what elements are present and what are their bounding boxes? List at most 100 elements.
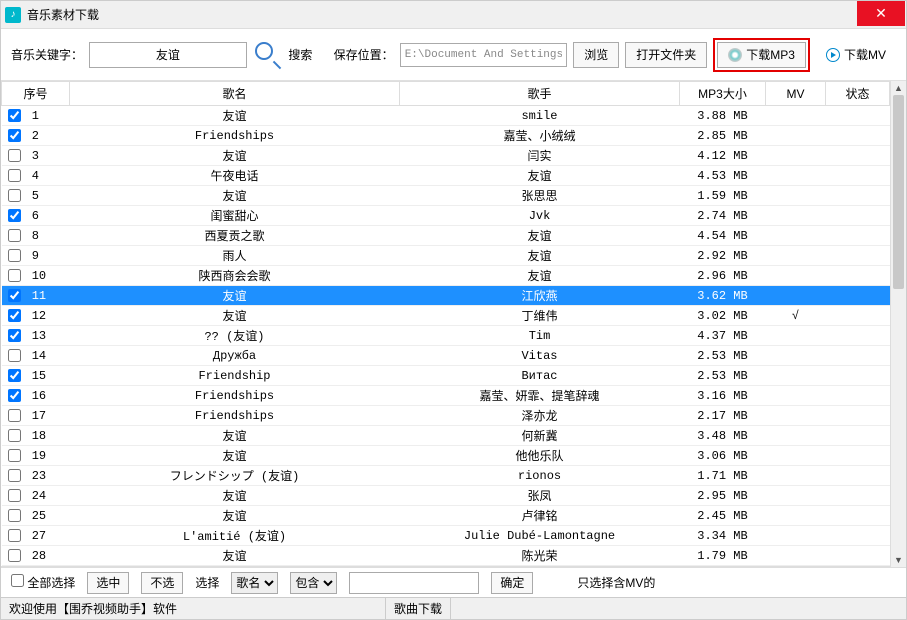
row-checkbox[interactable] <box>8 349 21 362</box>
cell-artist: Tim <box>400 326 680 346</box>
cell-song: 友谊 <box>70 426 400 446</box>
row-checkbox[interactable] <box>8 469 21 482</box>
scroll-down-arrow[interactable]: ▼ <box>891 553 906 567</box>
keyword-input[interactable] <box>89 42 247 68</box>
col-header-size[interactable]: MP3大小 <box>680 82 766 106</box>
cell-mv <box>766 326 826 346</box>
row-checkbox[interactable] <box>8 409 21 422</box>
row-checkbox[interactable] <box>8 329 21 342</box>
col-header-artist[interactable]: 歌手 <box>400 82 680 106</box>
row-checkbox[interactable] <box>8 189 21 202</box>
deselect-button[interactable]: 不选 <box>141 572 183 594</box>
row-checkbox[interactable] <box>8 129 21 142</box>
filter-field-select[interactable]: 歌名 <box>231 572 278 594</box>
row-checkbox[interactable] <box>8 249 21 262</box>
close-button[interactable]: ✕ <box>857 1 905 26</box>
row-checkbox[interactable] <box>8 389 21 402</box>
row-checkbox[interactable] <box>8 169 21 182</box>
table-row[interactable]: 23フレンドシップ (友谊)rionos1.71 MB <box>2 466 890 486</box>
col-header-song[interactable]: 歌名 <box>70 82 400 106</box>
col-header-index[interactable]: 序号 <box>2 82 70 106</box>
download-mp3-button[interactable]: 下载MP3 <box>717 42 806 68</box>
select-button[interactable]: 选中 <box>87 572 129 594</box>
row-checkbox[interactable] <box>8 309 21 322</box>
cell-song: 友谊 <box>70 106 400 126</box>
select-all-control[interactable]: 全部选择 <box>11 574 75 591</box>
row-checkbox[interactable] <box>8 229 21 242</box>
cell-state <box>826 166 890 186</box>
table-row[interactable]: 27L'amitié (友谊)Julie Dubé-Lamontagne3.34… <box>2 526 890 546</box>
table-row[interactable]: 16Friendships嘉莹、妍霏、提笔辞魂3.16 MB <box>2 386 890 406</box>
cell-state <box>826 406 890 426</box>
table-row[interactable]: 11友谊江欣燕3.62 MB <box>2 286 890 306</box>
table-row[interactable]: 10陕西商会会歌友谊2.96 MB <box>2 266 890 286</box>
cell-state <box>826 346 890 366</box>
table-row[interactable]: 1友谊smile3.88 MB <box>2 106 890 126</box>
cell-artist: 丁维伟 <box>400 306 680 326</box>
row-checkbox[interactable] <box>8 429 21 442</box>
download-mv-label: 下载MV <box>844 46 886 63</box>
row-checkbox[interactable] <box>8 369 21 382</box>
cell-size: 2.74 MB <box>680 206 766 226</box>
table-row[interactable]: 9雨人友谊2.92 MB <box>2 246 890 266</box>
filter-text-input[interactable] <box>349 572 479 594</box>
table-row[interactable]: 17Friendships泽亦龙2.17 MB <box>2 406 890 426</box>
cell-song: Friendships <box>70 386 400 406</box>
col-header-state[interactable]: 状态 <box>826 82 890 106</box>
row-checkbox[interactable] <box>8 109 21 122</box>
cell-song: Friendship <box>70 366 400 386</box>
horizontal-scrollbar[interactable]: ◄► <box>1 566 890 567</box>
select-all-checkbox[interactable] <box>11 574 24 587</box>
row-checkbox[interactable] <box>8 149 21 162</box>
open-folder-button[interactable]: 打开文件夹 <box>625 42 707 68</box>
row-checkbox[interactable] <box>8 549 21 562</box>
confirm-button[interactable]: 确定 <box>491 572 533 594</box>
table-row[interactable]: 18友谊何新冀3.48 MB <box>2 426 890 446</box>
scroll-up-arrow[interactable]: ▲ <box>891 81 906 95</box>
cell-artist: Julie Dubé-Lamontagne <box>400 526 680 546</box>
cell-size: 2.45 MB <box>680 506 766 526</box>
table-row[interactable]: 19友谊他他乐队3.06 MB <box>2 446 890 466</box>
table-row[interactable]: 14ДружбаVitas2.53 MB <box>2 346 890 366</box>
cell-state <box>826 426 890 446</box>
cell-state <box>826 326 890 346</box>
results-table: 序号 歌名 歌手 MP3大小 MV 状态 1友谊smile3.88 MB 2Fr… <box>1 81 890 566</box>
row-checkbox[interactable] <box>8 449 21 462</box>
cell-artist: 嘉莹、妍霏、提笔辞魂 <box>400 386 680 406</box>
table-row[interactable]: 5友谊张思思1.59 MB <box>2 186 890 206</box>
table-row[interactable]: 2Friendships嘉莹、小绒绒2.85 MB <box>2 126 890 146</box>
cell-mv <box>766 266 826 286</box>
search-icon-button[interactable] <box>253 39 283 71</box>
col-header-mv[interactable]: MV <box>766 82 826 106</box>
row-checkbox[interactable] <box>8 289 21 302</box>
row-checkbox[interactable] <box>8 489 21 502</box>
table-row[interactable]: 4午夜电话友谊4.53 MB <box>2 166 890 186</box>
table-row[interactable]: 12友谊丁维伟3.02 MB√ <box>2 306 890 326</box>
vertical-scrollbar[interactable]: ▲ ▼ <box>890 81 906 567</box>
row-checkbox[interactable] <box>8 509 21 522</box>
table-row[interactable]: 8西夏贡之歌友谊4.54 MB <box>2 226 890 246</box>
table-row[interactable]: 6闺蜜甜心Jvk2.74 MB <box>2 206 890 226</box>
row-checkbox[interactable] <box>8 529 21 542</box>
cell-mv <box>766 466 826 486</box>
cell-size: 2.17 MB <box>680 406 766 426</box>
table-row[interactable]: 24友谊张凤2.95 MB <box>2 486 890 506</box>
cell-state <box>826 286 890 306</box>
download-mv-button[interactable]: 下载MV <box>816 42 896 68</box>
table-row[interactable]: 3友谊闫实4.12 MB <box>2 146 890 166</box>
cell-mv <box>766 506 826 526</box>
cell-size: 2.85 MB <box>680 126 766 146</box>
cell-size: 3.62 MB <box>680 286 766 306</box>
row-checkbox[interactable] <box>8 269 21 282</box>
save-path-input[interactable] <box>400 43 568 67</box>
table-row[interactable]: 25友谊卢律铭2.45 MB <box>2 506 890 526</box>
table-row[interactable]: 13?? (友谊)Tim4.37 MB <box>2 326 890 346</box>
scroll-thumb[interactable] <box>893 95 904 289</box>
table-row[interactable]: 15FriendshipВитас2.53 MB <box>2 366 890 386</box>
browse-button[interactable]: 浏览 <box>573 42 619 68</box>
cell-state <box>826 366 890 386</box>
cell-artist: 卢律铭 <box>400 506 680 526</box>
table-row[interactable]: 28友谊陈光荣1.79 MB <box>2 546 890 566</box>
row-checkbox[interactable] <box>8 209 21 222</box>
filter-op-select[interactable]: 包含 <box>290 572 337 594</box>
